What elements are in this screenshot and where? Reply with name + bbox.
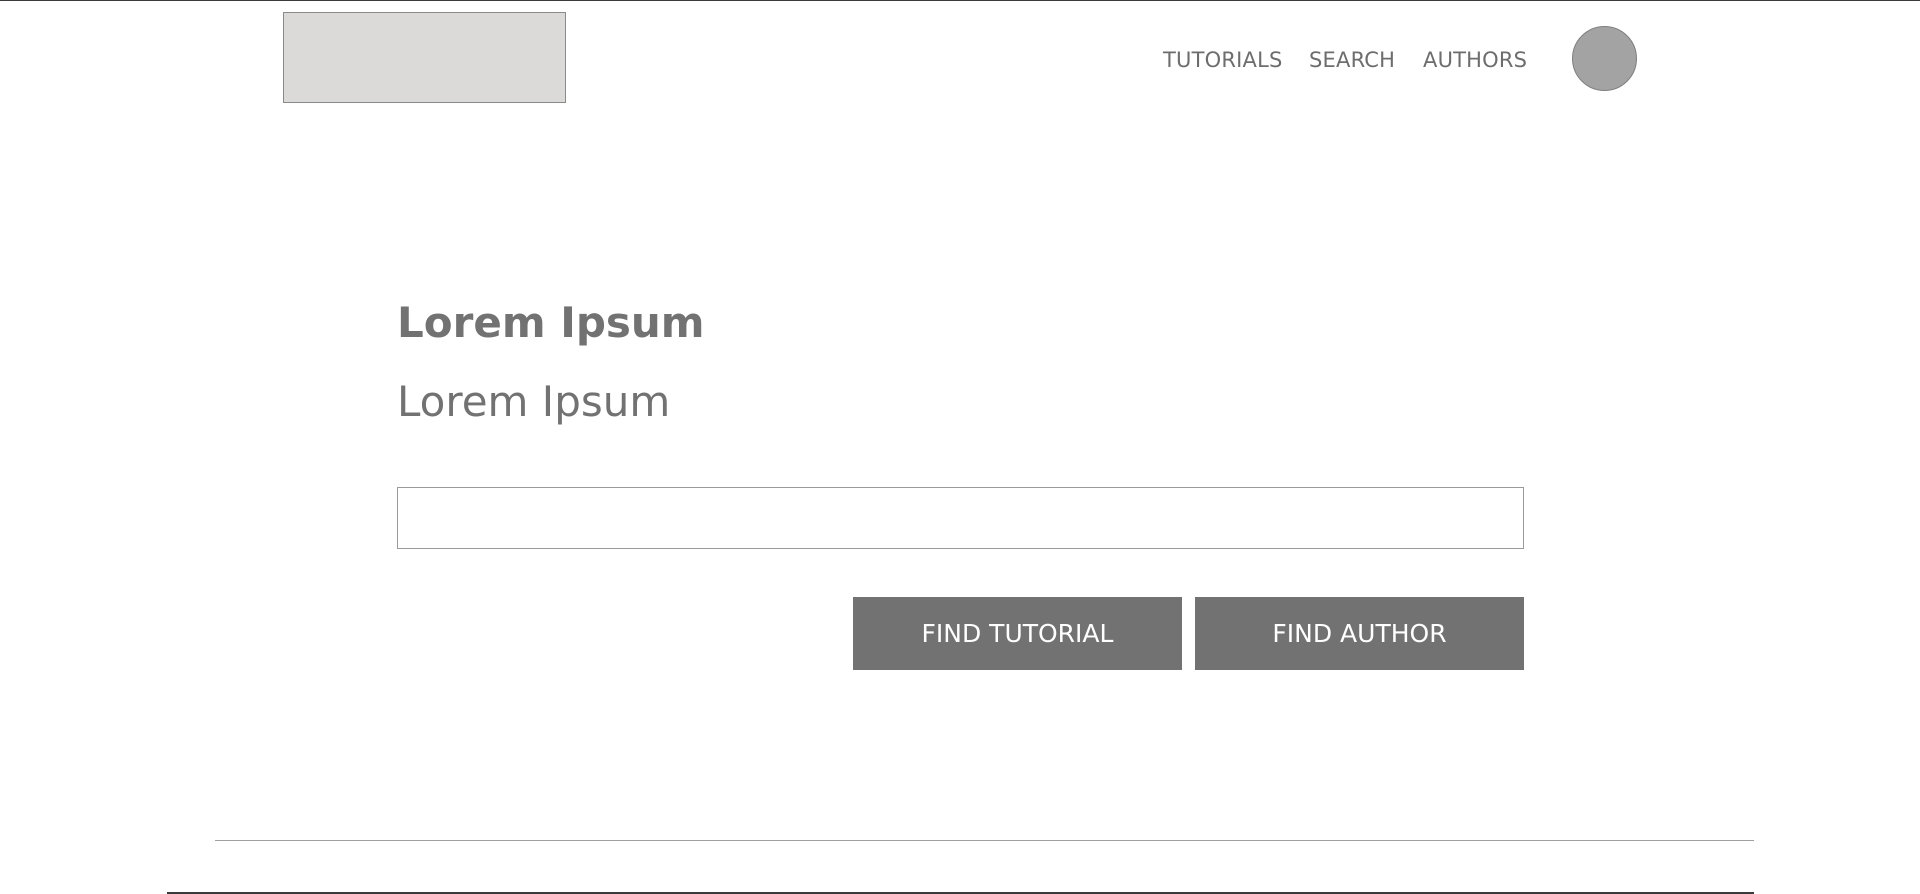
page-subtitle: Lorem Ipsum [397,377,671,426]
page-frame: TUTORIALS SEARCH AUTHORS Lorem Ipsum Lor… [0,0,1920,894]
page-title: Lorem Ipsum [397,298,705,347]
find-tutorial-button[interactable]: FIND TUTORIAL [853,597,1182,670]
find-author-button[interactable]: FIND AUTHOR [1195,597,1524,670]
nav-link-authors[interactable]: AUTHORS [1423,46,1527,74]
avatar[interactable] [1572,26,1637,91]
nav-link-search[interactable]: SEARCH [1309,46,1395,74]
footer-divider [215,840,1754,841]
nav-link-tutorials[interactable]: TUTORIALS [1163,46,1283,74]
search-input[interactable] [397,487,1524,549]
logo-placeholder[interactable] [283,12,566,103]
